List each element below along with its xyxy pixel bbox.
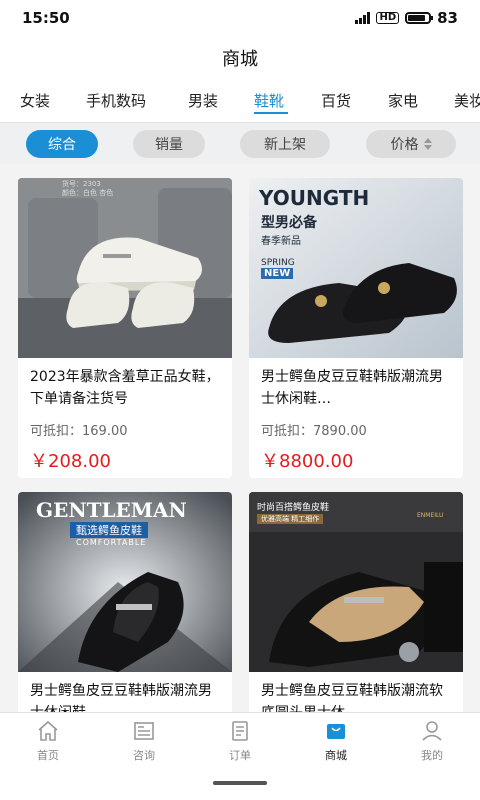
deduct-label: 可抵扣： (30, 424, 83, 439)
tab-women-clothing[interactable]: 女装 (20, 90, 50, 111)
filter-overall[interactable]: 综合 (26, 130, 98, 158)
image-caption-line: 颜色：白色 杏色 (62, 189, 114, 197)
nav-mall-label: 商城 (325, 749, 347, 762)
order-icon (232, 721, 248, 741)
product-image: YOUNGTH 型男必备 春季新品 SPRING NEW (249, 178, 463, 358)
news-icon (134, 722, 154, 740)
filter-sales[interactable]: 销量 (133, 130, 205, 158)
tab-men-clothing[interactable]: 男装 (188, 90, 218, 111)
nav-profile[interactable]: 我的 (397, 719, 467, 763)
filter-bar: 综合 销量 新上架 价格 (0, 122, 480, 164)
product-image: 时尚百搭鳄鱼皮鞋 ENMEILU 优雅高端 精工细作 (249, 492, 463, 672)
battery-icon (405, 12, 434, 24)
signal-icon (355, 12, 371, 24)
image-caption: SPRING (261, 258, 295, 268)
mall-icon (327, 724, 345, 739)
status-bar: 15:50 HD 83 (0, 0, 480, 36)
product-name: 男士鳄鱼皮豆豆鞋韩版潮流软底圆头男士休… (261, 683, 443, 712)
tab-digital[interactable]: 手机数码 (86, 90, 146, 111)
image-caption-line: 货号：2303 (62, 180, 101, 188)
status-icons: HD 83 (355, 9, 458, 27)
home-icon (38, 720, 58, 741)
image-caption: COMFORTABLE (76, 538, 147, 547)
product-card[interactable]: YOUNGTH 型男必备 春季新品 SPRING NEW 男士鳄鱼皮豆豆鞋韩版潮… (249, 178, 463, 478)
deduct-label: 可抵扣： (261, 424, 314, 439)
filter-new-label: 新上架 (264, 137, 306, 153)
page-title: 商城 (222, 49, 258, 70)
active-tab-indicator (254, 112, 288, 114)
image-subheadline: 型男必备 (261, 215, 317, 231)
product-name: 男士鳄鱼皮豆豆鞋韩版潮流男士休闲鞋 (30, 683, 212, 712)
image-headline: 时尚百搭鳄鱼皮鞋 (257, 503, 330, 513)
nav-home[interactable]: 首页 (13, 719, 83, 763)
image-headline: GENTLEMAN (36, 498, 187, 522)
tab-shoes[interactable]: 鞋靴 (254, 90, 284, 111)
product-price: ￥8800.00 (261, 451, 354, 472)
nav-home-label: 首页 (37, 749, 59, 762)
filter-new[interactable]: 新上架 (240, 130, 330, 158)
image-caption: 货号：2303 颜色：白色 杏色 (62, 180, 113, 198)
filter-overall-label: 综合 (48, 137, 76, 153)
nav-mall[interactable]: 商城 (301, 719, 371, 763)
filter-price-label: 价格 (390, 137, 419, 153)
product-name: 2023年暴款含羞草正品女鞋，下单请备注货号 (30, 369, 220, 407)
product-deduct: 可抵扣：169.00 (18, 414, 232, 439)
sort-arrows-icon (423, 138, 432, 150)
image-caption: 优雅高端 精工细作 (257, 514, 324, 524)
category-tabs: 女装 手机数码 男装 鞋靴 百货 家电 美妆 (0, 80, 480, 122)
tab-general-goods[interactable]: 百货 (321, 90, 351, 111)
nav-profile-label: 我的 (421, 749, 443, 762)
hd-icon: HD (376, 12, 400, 24)
image-caption: 春季新品 (261, 236, 301, 247)
nav-orders-label: 订单 (229, 749, 251, 762)
brand-logo-text: ENMEILU (417, 512, 444, 519)
nav-orders[interactable]: 订单 (205, 719, 275, 763)
product-deduct: 可抵扣：7890.00 (249, 414, 463, 439)
profile-icon (422, 721, 442, 741)
product-price: ￥208.00 (30, 451, 111, 472)
product-grid: 货号：2303 颜色：白色 杏色 2023年暴款含羞草正品女鞋，下单请备注货号 … (0, 164, 480, 712)
filter-sales-label: 销量 (155, 137, 183, 153)
product-image: 货号：2303 颜色：白色 杏色 (18, 178, 232, 358)
product-image: GENTLEMAN 甄选鳄鱼皮鞋 COMFORTABLE (18, 492, 232, 672)
tab-beauty[interactable]: 美妆 (454, 90, 480, 111)
status-time: 15:50 (22, 9, 70, 27)
battery-level: 83 (437, 9, 458, 27)
image-badge: NEW (261, 268, 294, 279)
nav-news-label: 咨询 (133, 749, 155, 762)
product-card[interactable]: 时尚百搭鳄鱼皮鞋 ENMEILU 优雅高端 精工细作 男士鳄鱼皮豆豆鞋韩版潮流软… (249, 492, 463, 712)
deduct-value: 7890.00 (313, 424, 367, 439)
title-bar: 商城 (0, 36, 480, 80)
product-card[interactable]: GENTLEMAN 甄选鳄鱼皮鞋 COMFORTABLE 男士鳄鱼皮豆豆鞋韩版潮… (18, 492, 232, 712)
image-headline: YOUNGTH (259, 186, 370, 210)
nav-news[interactable]: 咨询 (109, 719, 179, 763)
tab-appliances[interactable]: 家电 (388, 90, 418, 111)
product-card[interactable]: 货号：2303 颜色：白色 杏色 2023年暴款含羞草正品女鞋，下单请备注货号 … (18, 178, 232, 478)
image-subheadline: 甄选鳄鱼皮鞋 (70, 522, 148, 538)
filter-price[interactable]: 价格 (366, 130, 456, 158)
deduct-value: 169.00 (82, 424, 128, 439)
product-name: 男士鳄鱼皮豆豆鞋韩版潮流男士休闲鞋… (261, 369, 443, 407)
home-indicator[interactable] (213, 781, 267, 785)
bottom-nav: 首页 咨询 订单 商城 我的 (0, 712, 480, 768)
